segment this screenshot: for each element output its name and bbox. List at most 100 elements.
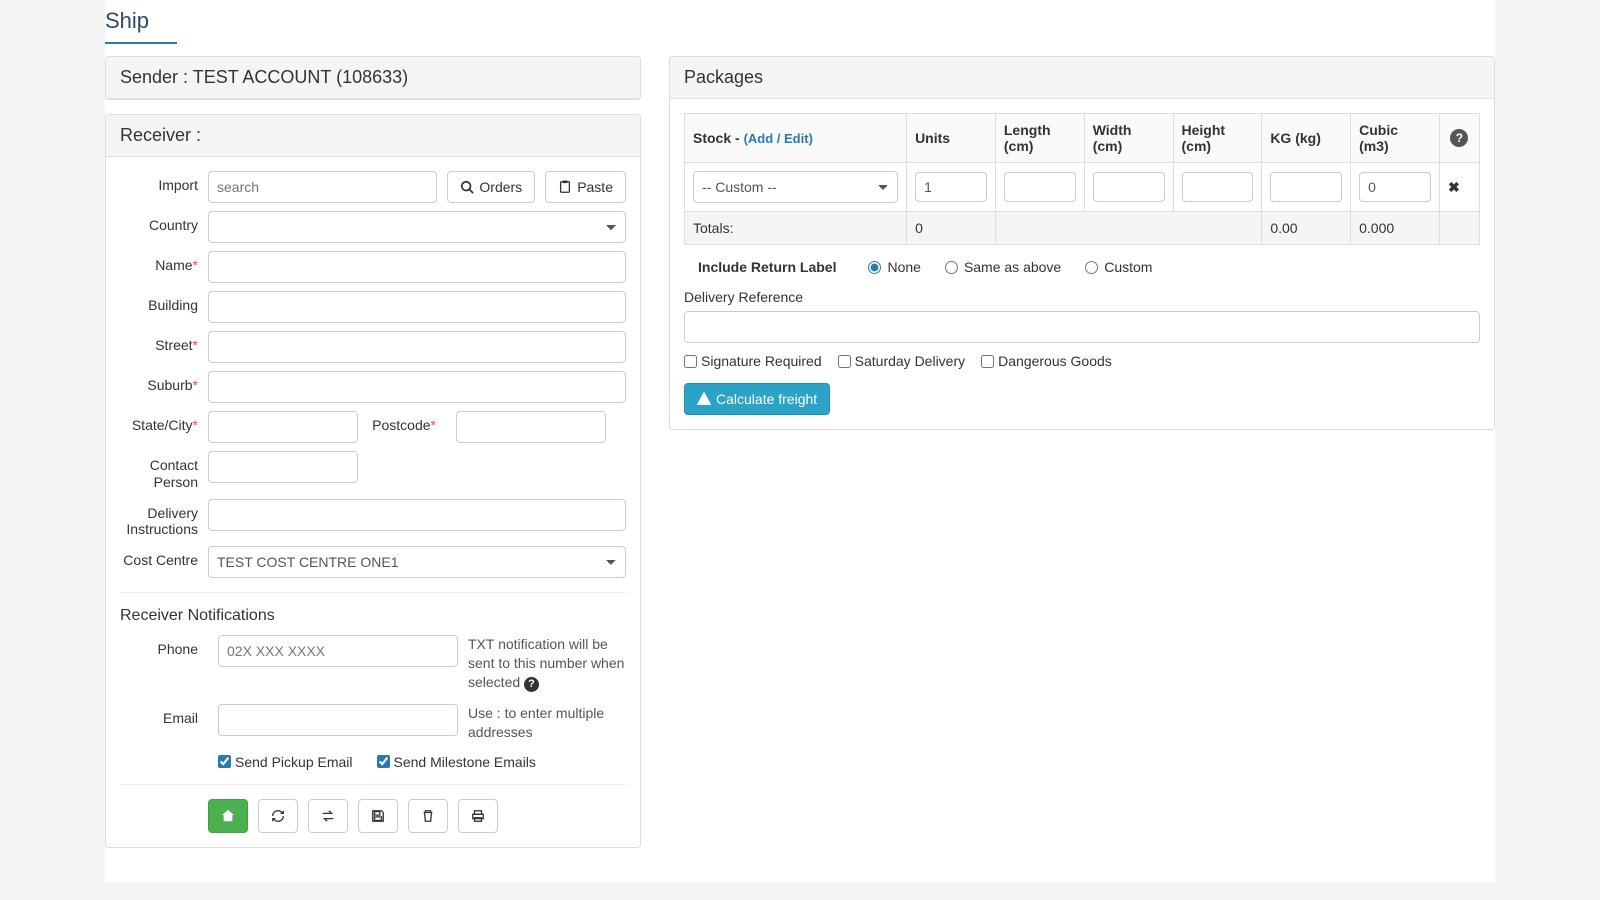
totals-kg: 0.00 bbox=[1262, 212, 1351, 245]
cost-centre-select[interactable]: TEST COST CENTRE ONE1 bbox=[208, 546, 626, 578]
send-pickup-checkbox[interactable] bbox=[218, 755, 231, 768]
postcode-label: Postcode* bbox=[368, 411, 446, 433]
help-circle-icon[interactable]: ? bbox=[1450, 129, 1468, 147]
dangerous-wrap[interactable]: Dangerous Goods bbox=[981, 353, 1112, 369]
sig-required-wrap[interactable]: Signature Required bbox=[684, 353, 822, 369]
calculate-freight-label: Calculate freight bbox=[716, 391, 817, 407]
return-same-wrap[interactable]: Same as above bbox=[945, 259, 1061, 275]
calculate-freight-button[interactable]: Calculate freight bbox=[684, 383, 830, 415]
help-icon[interactable]: ? bbox=[524, 677, 539, 692]
email-input[interactable] bbox=[218, 704, 458, 736]
home-button[interactable] bbox=[208, 799, 248, 833]
sig-required-checkbox[interactable] bbox=[684, 355, 697, 368]
return-same-label: Same as above bbox=[964, 259, 1061, 275]
street-label: Street* bbox=[120, 331, 208, 353]
return-label-title: Include Return Label bbox=[698, 259, 836, 275]
sender-panel: Sender : TEST ACCOUNT (108633) bbox=[105, 56, 641, 100]
name-label: Name* bbox=[120, 251, 208, 273]
print-icon bbox=[471, 809, 485, 823]
email-note: Use : to enter multiple addresses bbox=[468, 704, 626, 742]
remove-row-button[interactable]: ✖ bbox=[1439, 163, 1479, 212]
search-input[interactable] bbox=[208, 171, 437, 203]
return-none-label: None bbox=[887, 259, 920, 275]
street-input[interactable] bbox=[208, 331, 626, 363]
swap-icon bbox=[321, 809, 335, 823]
stock-select[interactable]: -- Custom -- bbox=[693, 171, 898, 203]
contact-label: Contact Person bbox=[120, 451, 208, 491]
save-button[interactable] bbox=[358, 799, 398, 833]
width-input[interactable] bbox=[1093, 172, 1165, 202]
print-button[interactable] bbox=[458, 799, 498, 833]
col-cubic: Cubic (m3) bbox=[1351, 114, 1440, 163]
kg-input[interactable] bbox=[1270, 172, 1342, 202]
warning-icon bbox=[697, 392, 711, 406]
receiver-notifications-heading: Receiver Notifications bbox=[120, 607, 626, 625]
suburb-label: Suburb* bbox=[120, 371, 208, 393]
home-icon bbox=[221, 809, 235, 823]
name-input[interactable] bbox=[208, 251, 626, 283]
statecity-input[interactable] bbox=[208, 411, 358, 443]
paste-button[interactable]: Paste bbox=[545, 171, 626, 203]
return-same-radio[interactable] bbox=[945, 261, 958, 274]
col-stock: Stock - (Add / Edit) bbox=[685, 114, 907, 163]
receiver-panel: Receiver : Import Orders Pas bbox=[105, 114, 641, 848]
delete-button[interactable] bbox=[408, 799, 448, 833]
col-width: Width (cm) bbox=[1084, 114, 1173, 163]
return-custom-wrap[interactable]: Custom bbox=[1085, 259, 1152, 275]
sig-required-label: Signature Required bbox=[701, 353, 822, 369]
send-pickup-checkbox-wrap[interactable]: Send Pickup Email bbox=[218, 754, 353, 770]
statecity-label: State/City* bbox=[120, 411, 208, 433]
postcode-input[interactable] bbox=[456, 411, 606, 443]
return-custom-radio[interactable] bbox=[1085, 261, 1098, 274]
package-row: -- Custom -- ✖ bbox=[685, 163, 1480, 212]
paste-button-label: Paste bbox=[577, 179, 613, 195]
length-input[interactable] bbox=[1004, 172, 1076, 202]
units-input[interactable] bbox=[915, 172, 987, 202]
country-label: Country bbox=[120, 211, 208, 233]
country-select[interactable] bbox=[208, 211, 626, 243]
delivery-ref-input[interactable] bbox=[684, 311, 1480, 343]
totals-row: Totals: 0 0.00 0.000 bbox=[685, 212, 1480, 245]
col-kg: KG (kg) bbox=[1262, 114, 1351, 163]
import-label: Import bbox=[120, 171, 208, 193]
phone-label: Phone bbox=[120, 635, 208, 657]
col-units: Units bbox=[907, 114, 996, 163]
receiver-panel-title: Receiver : bbox=[106, 115, 640, 157]
height-input[interactable] bbox=[1182, 172, 1254, 202]
refresh-icon bbox=[271, 809, 285, 823]
packages-panel-title: Packages bbox=[670, 57, 1494, 99]
sat-delivery-label: Saturday Delivery bbox=[855, 353, 966, 369]
trash-icon bbox=[421, 809, 435, 823]
stock-add-edit-link[interactable]: (Add / Edit) bbox=[744, 131, 813, 146]
packages-panel: Packages Stock - (Add / Edit) Units Leng… bbox=[669, 56, 1495, 430]
search-icon bbox=[460, 180, 474, 194]
refresh-button[interactable] bbox=[258, 799, 298, 833]
contact-input[interactable] bbox=[208, 451, 358, 483]
sat-delivery-checkbox[interactable] bbox=[838, 355, 851, 368]
dangerous-checkbox[interactable] bbox=[981, 355, 994, 368]
phone-input[interactable] bbox=[218, 635, 458, 667]
delivery-ref-label: Delivery Reference bbox=[684, 289, 1480, 305]
orders-button[interactable]: Orders bbox=[447, 171, 535, 203]
send-milestone-checkbox-wrap[interactable]: Send Milestone Emails bbox=[377, 754, 536, 770]
cubic-input[interactable] bbox=[1359, 172, 1431, 202]
return-custom-label: Custom bbox=[1104, 259, 1152, 275]
save-icon bbox=[371, 809, 385, 823]
send-milestone-checkbox[interactable] bbox=[377, 755, 390, 768]
return-none-wrap[interactable]: None bbox=[868, 259, 920, 275]
send-pickup-label: Send Pickup Email bbox=[235, 754, 353, 770]
packages-table: Stock - (Add / Edit) Units Length (cm) W… bbox=[684, 113, 1480, 245]
suburb-input[interactable] bbox=[208, 371, 626, 403]
delivery-instructions-input[interactable] bbox=[208, 499, 626, 531]
sender-panel-title: Sender : TEST ACCOUNT (108633) bbox=[106, 57, 640, 99]
swap-button[interactable] bbox=[308, 799, 348, 833]
sat-delivery-wrap[interactable]: Saturday Delivery bbox=[838, 353, 966, 369]
building-input[interactable] bbox=[208, 291, 626, 323]
col-help: ? bbox=[1439, 114, 1479, 163]
cost-centre-label: Cost Centre bbox=[120, 546, 208, 569]
building-label: Building bbox=[120, 291, 208, 313]
return-none-radio[interactable] bbox=[868, 261, 881, 274]
dangerous-label: Dangerous Goods bbox=[998, 353, 1112, 369]
paste-icon bbox=[558, 180, 572, 194]
col-length: Length (cm) bbox=[995, 114, 1084, 163]
